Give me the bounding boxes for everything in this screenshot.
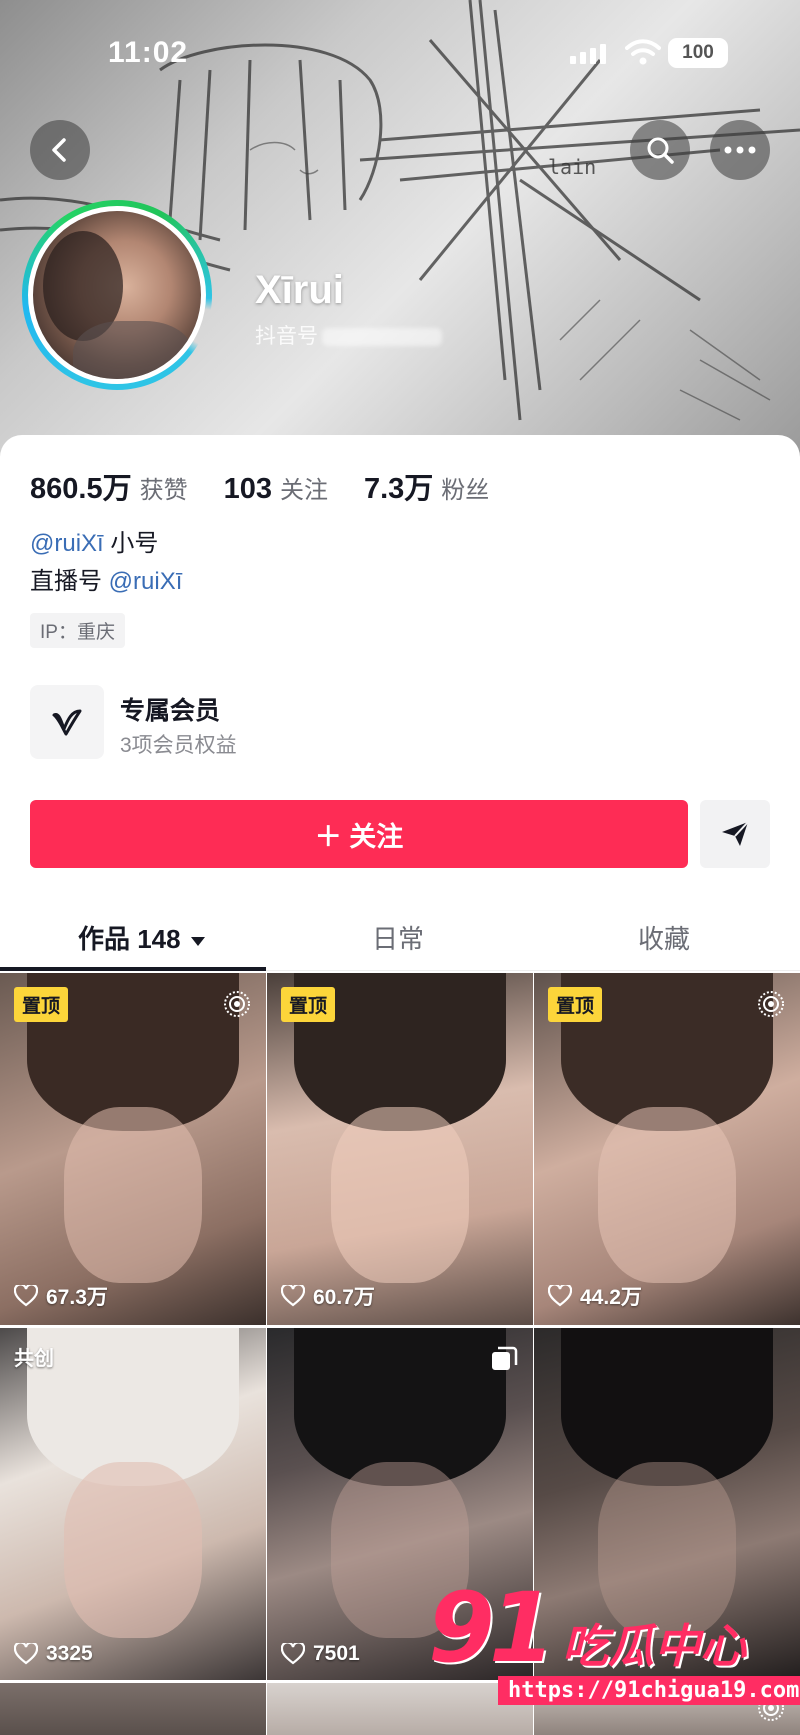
video-likes: 3325 [14,1642,93,1666]
thumbnail-shape [597,1106,737,1283]
gallery-icon [492,1346,518,1370]
stat-value: 7.3万 [363,473,434,505]
heart-icon [548,1285,572,1307]
thumbnail-shape [63,1461,203,1638]
video-likes: 44.2万 [548,1281,642,1311]
tab-active-indicator [0,967,266,971]
video-tile[interactable] [267,1683,533,1735]
watermark-number: 91 [428,1572,556,1684]
live-photo-icon [224,991,250,1017]
bio-line: 直播号 @ruiXī [30,563,182,601]
tab-daily[interactable]: 日常 [372,919,424,956]
wifi-icon [625,39,661,65]
douyin-id-value-blurred [322,328,442,347]
likes-count: 67.3万 [46,1286,108,1309]
tab-label: 作品 148 [78,924,181,954]
profile-bio: @ruiXī 小号 直播号 @ruiXī [30,525,182,601]
chevron-left-icon [52,138,66,162]
membership-entry[interactable]: 专属会员 3项会员权益 [30,685,770,765]
video-tile[interactable] [0,1683,266,1735]
avatar [28,206,206,384]
video-thumbnail [267,1683,533,1735]
share-button[interactable] [700,800,770,868]
watermark-url: https://91chigua19.com [498,1676,800,1705]
profile-cover: lain 11:02 100 Xīrui 抖音号 [0,0,800,460]
pinned-tag: 置顶 [281,987,336,1022]
heart-icon [14,1285,38,1307]
video-likes: 67.3万 [14,1281,108,1311]
heart-icon [281,1285,305,1307]
search-button[interactable] [630,120,690,180]
battery-icon: 100 [668,38,728,68]
likes-count: 3325 [46,1642,93,1665]
tab-works[interactable]: 作品 148 [78,919,205,956]
status-bar: 11:02 100 [0,0,800,100]
follow-button[interactable]: ＋ 关注 [30,800,688,868]
avatar-story-ring[interactable] [22,200,212,390]
douyin-id[interactable]: 抖音号 [255,320,442,350]
more-button[interactable] [710,120,770,180]
membership-subtitle: 3项会员权益 [120,734,237,757]
stat-label: 粉丝 [441,477,490,504]
bio-mention-link[interactable]: @ruiXī [109,568,183,595]
stat-likes[interactable]: 860.5万 获赞 [30,465,188,507]
watermark-text: 吃瓜中心 [562,1620,746,1672]
video-likes: 60.7万 [281,1281,375,1311]
bio-line: @ruiXī 小号 [30,525,182,563]
membership-v-icon [30,685,104,759]
heart-icon [281,1643,305,1665]
stat-value: 103 [223,473,272,505]
profile-nickname: Xīrui [255,268,344,312]
video-likes: 7501 [281,1642,360,1666]
video-tile[interactable]: 置顶 67.3万 [0,973,266,1325]
caret-down-icon [190,936,205,946]
stat-followers[interactable]: 7.3万 粉丝 [364,465,489,507]
thumbnail-shape [330,1106,470,1283]
douyin-id-label: 抖音号 [255,325,318,348]
stat-value: 860.5万 [30,473,132,505]
send-icon [722,821,749,846]
more-dots-icon [724,146,756,154]
live-photo-icon [758,991,784,1017]
ip-location-tag: IP：重庆 [30,613,125,648]
bio-text: 直播号 [30,568,109,595]
search-icon [647,137,674,164]
status-time: 11:02 [108,36,189,69]
bio-text: 小号 [103,530,159,557]
likes-count: 44.2万 [580,1286,642,1309]
video-tile[interactable]: 置顶 44.2万 [534,973,800,1325]
likes-count: 7501 [313,1642,360,1665]
content-tabs: 作品 148 日常 收藏 [0,905,800,971]
tab-favorites[interactable]: 收藏 [638,919,690,956]
membership-title: 专属会员 [120,697,221,725]
stat-label: 关注 [279,477,328,504]
back-button[interactable] [30,120,90,180]
profile-stats: 860.5万 获赞 103 关注 7.3万 粉丝 [30,465,501,507]
video-tile[interactable]: 置顶 60.7万 [267,973,533,1325]
stat-following[interactable]: 103 关注 [224,470,328,506]
svg-text:lain: lain [548,155,596,179]
video-thumbnail [0,1683,266,1735]
pinned-tag: 置顶 [548,987,603,1022]
stat-label: 获赞 [139,477,188,504]
thumbnail-shape [63,1106,203,1283]
signal-icon [570,44,606,64]
pinned-tag: 置顶 [14,987,69,1022]
likes-count: 60.7万 [313,1286,375,1309]
heart-icon [14,1643,38,1665]
video-tile[interactable]: 共创 3325 [0,1328,266,1680]
co-creation-tag: 共创 [14,1348,54,1370]
bio-mention-link[interactable]: @ruiXī [30,530,104,557]
